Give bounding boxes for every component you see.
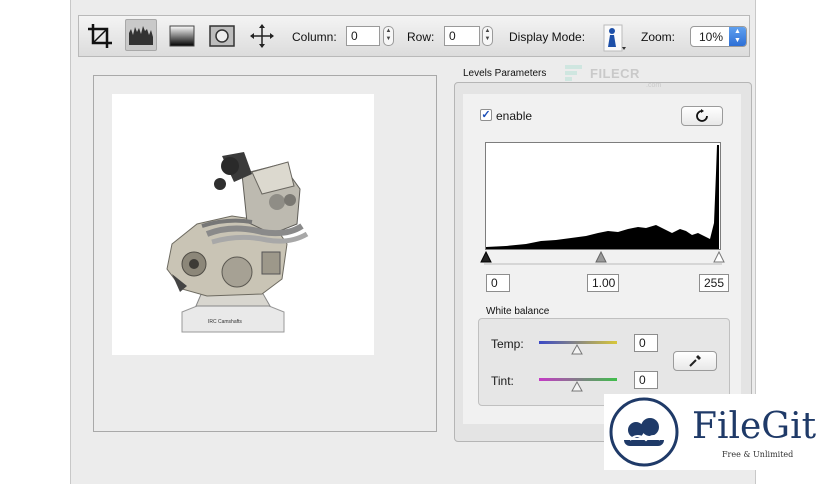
filecr-sub: .com	[646, 82, 662, 89]
crop-icon	[88, 24, 112, 48]
black-point-handle[interactable]	[480, 251, 492, 263]
column-stepper[interactable]: ▲ ▼	[383, 26, 394, 46]
eyedropper-button[interactable]	[673, 351, 717, 371]
reset-button[interactable]	[681, 106, 723, 126]
move-tool-button[interactable]	[246, 20, 278, 52]
gamma-field[interactable]: 1.00	[587, 274, 619, 292]
reset-icon	[696, 109, 708, 122]
histogram-icon	[129, 26, 153, 45]
filecr-logo-icon	[565, 65, 582, 81]
filegit-watermark: FileGit Free & Unlimited	[604, 394, 836, 470]
gamma-handle[interactable]	[595, 251, 607, 263]
white-point-handle[interactable]	[713, 251, 725, 263]
display-mode-button[interactable]	[596, 22, 630, 54]
histogram-plot	[486, 145, 719, 249]
row-label: Row:	[407, 30, 435, 44]
filegit-title: FileGit	[692, 406, 817, 447]
filecr-text: FILECR	[590, 66, 640, 81]
display-mode-label: Display Mode:	[509, 30, 586, 44]
tint-label: Tint:	[491, 374, 514, 388]
move-arrows-icon	[250, 24, 274, 48]
person-icon	[603, 24, 626, 52]
enable-checkbox[interactable]: ✓	[480, 109, 492, 121]
histogram-chart	[485, 142, 721, 250]
temp-slider[interactable]	[538, 336, 618, 356]
image-canvas[interactable]: IRC Camshafts	[112, 94, 374, 355]
temp-field[interactable]: 0	[634, 334, 658, 352]
gradient-icon	[169, 25, 195, 47]
column-label: Column:	[292, 30, 337, 44]
crop-tool-button[interactable]	[84, 20, 116, 52]
eyedropper-icon	[689, 355, 701, 367]
row-stepper[interactable]: ▲ ▼	[482, 26, 493, 46]
stand-caption: IRC Camshafts	[208, 319, 242, 325]
zoom-value: 10%	[699, 30, 724, 44]
vignette-tool-button[interactable]	[206, 20, 238, 52]
levels-group-label: Levels Parameters	[463, 68, 547, 79]
zoom-select[interactable]: 10% ▲ ▼	[690, 26, 747, 47]
enable-label: enable	[496, 109, 533, 123]
temp-label: Temp:	[491, 337, 524, 351]
zoom-label: Zoom:	[641, 30, 676, 44]
column-input[interactable]: 0	[346, 26, 380, 46]
white-balance-group-label: White balance	[486, 306, 550, 317]
gradient-tool-button[interactable]	[166, 20, 198, 52]
temp-slider-handle	[571, 343, 583, 355]
chevron-updown-icon: ▲ ▼	[729, 27, 746, 46]
white-point-field[interactable]: 255	[699, 274, 729, 292]
filegit-logo-icon	[609, 397, 679, 467]
levels-tool-button[interactable]	[125, 19, 157, 51]
black-point-field[interactable]: 0	[486, 274, 510, 292]
tint-slider-handle	[571, 380, 583, 392]
vignette-icon	[209, 25, 235, 47]
tint-field[interactable]: 0	[634, 371, 658, 389]
row-input[interactable]: 0	[444, 26, 480, 46]
filegit-tagline: Free & Unlimited	[722, 450, 794, 459]
tint-slider[interactable]	[538, 373, 618, 393]
engine-image	[166, 152, 309, 333]
